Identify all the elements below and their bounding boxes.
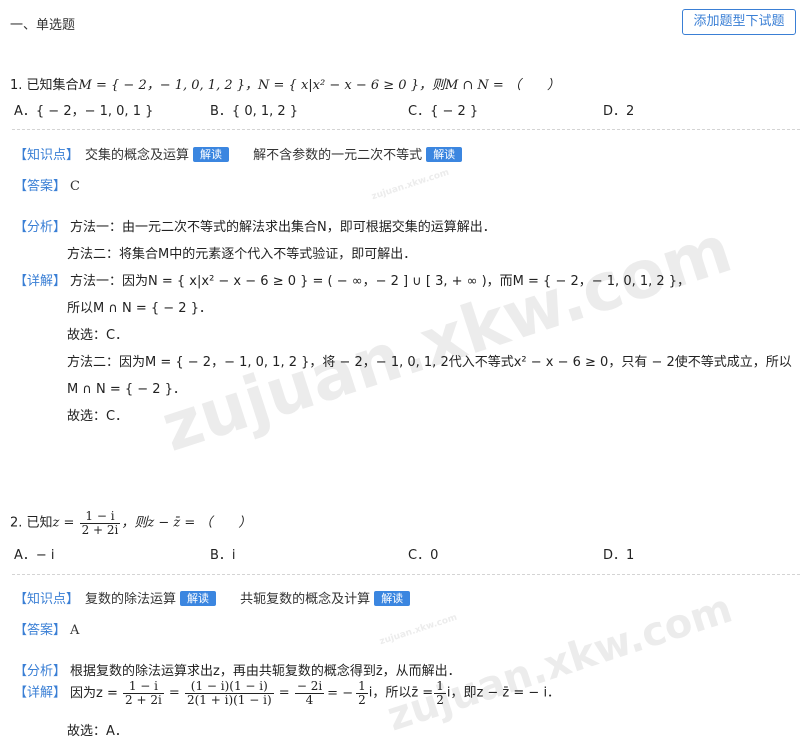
q1-option-a[interactable]: A．{ − 2，− 1, 0, 1 } [14, 100, 153, 119]
q1-option-d-text: D．2 [603, 104, 635, 119]
q2-kp2-read-button[interactable]: 解读 [374, 591, 411, 606]
q1-detail-tag: 【详解】 [14, 274, 67, 289]
q2-option-a[interactable]: A．− i [14, 544, 55, 563]
q2-analysis-line1: 根据复数的除法运算求出z，再由共轭复数的概念得到z̄，从而解出． [70, 664, 461, 679]
q2-stem-prefix: 2. 已知 [10, 515, 53, 531]
q1-answer: 【答案】 C [14, 175, 80, 194]
q2-f3-num: − 2i [296, 679, 323, 693]
q1-answer-tag: 【答案】 [14, 179, 67, 194]
q2-f4-den: 2 [356, 692, 368, 707]
q2-stem-rest: ，则z − z̄ = （ ） [121, 515, 252, 531]
q2-detail: 【详解】 因为z = 1 − i2 + 2i = (1 − i)(1 − i) 2(… [14, 679, 561, 707]
q2-detail-frac4: 12 [356, 680, 368, 706]
q1-detail-line5: M ∩ N = { − 2 }． [67, 382, 186, 397]
watermark-small-2: zujuan.xkw.com [378, 612, 459, 648]
q1-stem-math: M = { − 2，− 1, 0, 1, 2 }，N = { x|x² − x … [78, 78, 560, 93]
q2-kp2[interactable]: 共轭复数的概念及计算 [240, 592, 370, 607]
q1-analysis-tag: 【分析】 [14, 220, 67, 235]
q1-option-c-text: C．{ − 2 } [408, 104, 479, 119]
q2-option-d[interactable]: D．1 [603, 544, 634, 563]
q2-stem-z: z = [52, 515, 79, 531]
q2-kp-tag: 【知识点】 [14, 592, 80, 607]
q2-option-c[interactable]: C．0 [408, 544, 438, 563]
q1-detail-line4: 方法二：因为M = { − 2，− 1, 0, 1, 2 }，将 − 2，− 1… [67, 355, 792, 370]
q1-kp-tag: 【知识点】 [14, 148, 80, 163]
q1-kp1-read-button[interactable]: 解读 [193, 147, 230, 162]
q1-option-c[interactable]: C．{ − 2 } [408, 100, 478, 119]
q2-f1-den: 2 + 2i [123, 692, 164, 707]
q1-kp1[interactable]: 交集的概念及运算 [85, 148, 189, 163]
q2-detail-tag: 【详解】 [14, 685, 67, 701]
q2-f2-num: (1 − i)(1 − i) [190, 679, 268, 693]
q2-answer-tag: 【答案】 [14, 623, 67, 638]
q2-detail-mid2: i，即z − z̄ = − i． [446, 685, 561, 701]
q2-knowledge-points: 【知识点】 复数的除法运算 解读 共轭复数的概念及计算 解读 [14, 588, 411, 607]
q2-detail-frac1: 1 − i2 + 2i [123, 680, 164, 706]
q2-f5-den: 2 [434, 692, 446, 707]
q2-f2-den: 2(1 + i)(1 − i) [184, 692, 274, 707]
q1-divider [12, 129, 800, 130]
q1-option-b[interactable]: B．{ 0, 1, 2 } [210, 100, 298, 119]
q2-kp1[interactable]: 复数的除法运算 [85, 592, 176, 607]
q1-analysis-line1: 方法一：由一元二次不等式的解法求出集合N，即可根据交集的运算解出． [70, 220, 496, 235]
section-title: 一、单选题 [10, 18, 76, 33]
q2-f1-num: 1 − i [128, 679, 158, 693]
q1-detail-line3: 故选：C． [67, 328, 129, 343]
add-question-button[interactable]: 添加题型下试题 [682, 9, 796, 35]
q1-analysis: 【分析】 方法一：由一元二次不等式的解法求出集合N，即可根据交集的运算解出． [14, 216, 496, 235]
q1-kp2-read-button[interactable]: 解读 [426, 147, 463, 162]
q1-detail-line1: 方法一：因为N = { x|x² − x − 6 ≥ 0 } = ( − ∞，−… [70, 274, 691, 289]
q1-option-b-text: B．{ 0, 1, 2 } [210, 104, 299, 119]
q2-answer: 【答案】 A [14, 619, 79, 638]
watermark-small-1: zujuan.xkw.com [370, 167, 451, 203]
q2-f3-den: 4 [294, 692, 325, 707]
q2-detail-frac2: (1 − i)(1 − i) 2(1 + i)(1 − i) [184, 679, 274, 707]
q2-stem: 2. 已知z = 1 − i2 + 2i ，则z − z̄ = （ ） [10, 510, 251, 536]
q2-analysis: 【分析】 根据复数的除法运算求出z，再由共轭复数的概念得到z̄，从而解出． [14, 660, 461, 679]
q2-analysis-tag: 【分析】 [14, 664, 67, 679]
q1-stem: 1. 已知集合M = { − 2，− 1, 0, 1, 2 }，N = { x|… [10, 74, 560, 93]
q1-analysis-line2: 方法二：将集合M中的元素逐个代入不等式验证，即可解出． [67, 247, 417, 262]
q2-option-c-text: C．0 [408, 548, 439, 563]
q1-stem-prefix: 1. 已知集合 [10, 78, 79, 93]
q2-frac-num: 1 − i [85, 509, 115, 523]
q2-option-d-text: D．1 [603, 548, 635, 563]
q1-option-a-text: A．{ − 2，− 1, 0, 1 } [14, 104, 154, 119]
q2-detail-mid1: i，所以z̄ = [368, 685, 434, 701]
q2-stem-fraction: 1 − i2 + 2i [79, 509, 121, 537]
q1-detail: 【详解】 方法一：因为N = { x|x² − x − 6 ≥ 0 } = ( −… [14, 270, 690, 289]
q2-divider [12, 574, 800, 575]
q2-detail-prefix: 因为z = [70, 685, 122, 701]
q2-option-b[interactable]: B．i [210, 544, 236, 563]
q2-detail-frac5: 12 [434, 680, 446, 706]
q1-answer-value: C [70, 179, 80, 194]
q2-option-a-text: A．− i [14, 548, 55, 563]
q2-f5-num: 1 [436, 679, 444, 693]
q2-detail-last: 故选：A． [67, 724, 128, 739]
q2-frac-den: 2 + 2i [79, 522, 121, 537]
q2-answer-value: A [70, 623, 80, 638]
q2-f4-num: 1 [358, 679, 366, 693]
q1-kp2[interactable]: 解不含参数的一元二次不等式 [253, 148, 422, 163]
q1-detail-line6: 故选：C． [67, 409, 129, 424]
q1-detail-line2: 所以M ∩ N = { − 2 }． [67, 301, 212, 316]
q2-eq-minus: = − [327, 685, 354, 701]
q1-knowledge-points: 【知识点】 交集的概念及运算 解读 解不含参数的一元二次不等式 解读 [14, 144, 463, 163]
q2-kp1-read-button[interactable]: 解读 [180, 591, 217, 606]
q1-option-d[interactable]: D．2 [603, 100, 634, 119]
q2-detail-frac3: − 2i 4 [294, 679, 325, 707]
q2-option-b-text: B．i [210, 548, 236, 563]
